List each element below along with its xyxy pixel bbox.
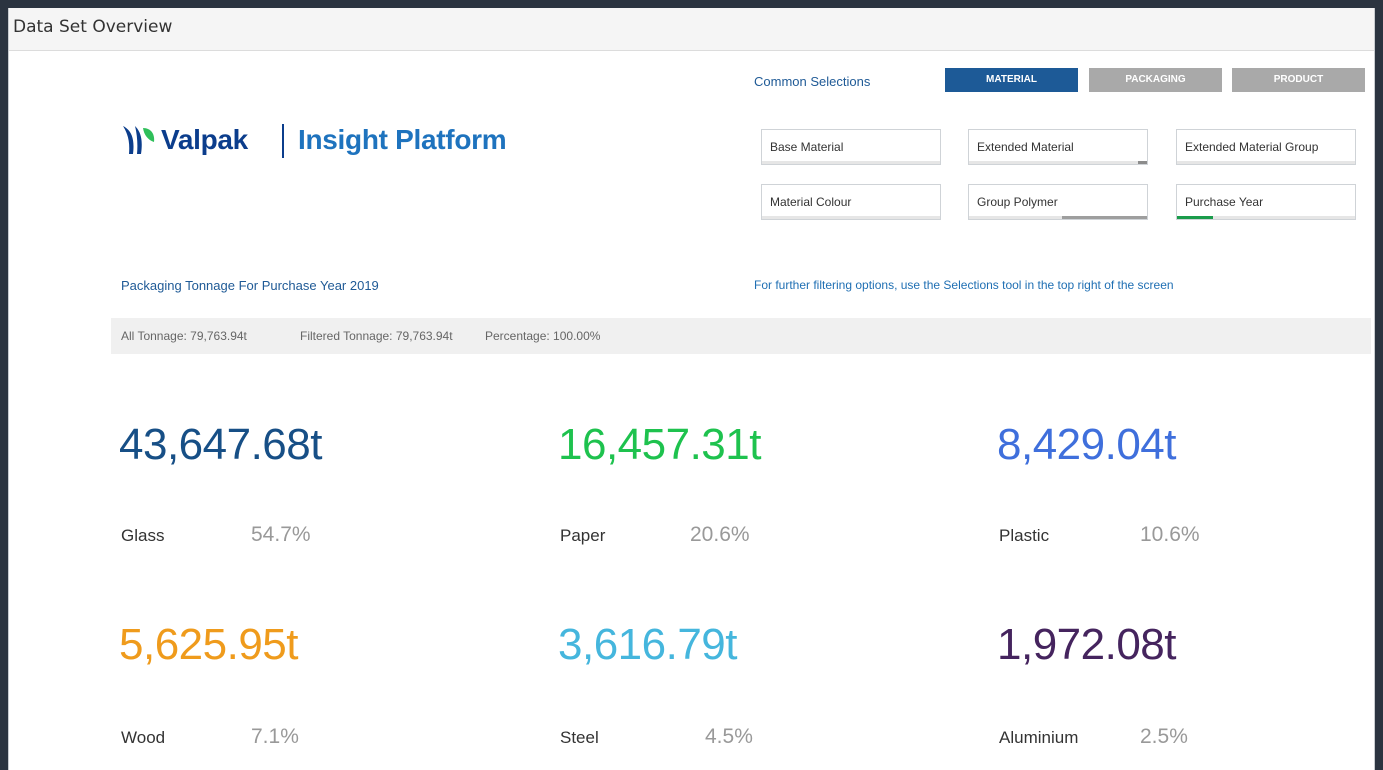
metric-name-aluminium: Aluminium (999, 728, 1079, 747)
filter-group-polymer[interactable]: Group Polymer (968, 184, 1148, 220)
all-tonnage: All Tonnage: 79,763.94t (121, 329, 247, 343)
filtered-tonnage: Filtered Tonnage: 79,763.94t (300, 329, 453, 343)
filter-purchase-year[interactable]: Purchase Year (1176, 184, 1356, 220)
report-headline: Packaging Tonnage For Purchase Year 2019 (121, 278, 379, 293)
tonnage-summary-bar: All Tonnage: 79,763.94t Filtered Tonnage… (111, 318, 1371, 354)
metric-value-paper: 16,457.31t (558, 420, 761, 469)
tab-material[interactable]: MATERIAL (945, 68, 1078, 92)
metric-value-glass: 43,647.68t (119, 420, 322, 469)
filter-extended-material-group[interactable]: Extended Material Group (1176, 129, 1356, 165)
logo-product-text: Insight Platform (298, 124, 507, 155)
metric-pct-wood: 7.1% (251, 725, 299, 748)
filter-label: Extended Material (977, 140, 1074, 154)
filter-selection-bar (1177, 216, 1355, 219)
metric-pct-steel: 4.5% (705, 725, 753, 748)
metric-value-plastic: 8,429.04t (997, 420, 1177, 469)
logo-separator (282, 124, 284, 158)
filter-material-colour[interactable]: Material Colour (761, 184, 941, 220)
overview-window: Data Set Overview Valpak Insight Platfor… (8, 8, 1375, 770)
filter-label: Base Material (770, 140, 844, 154)
tab-packaging[interactable]: PACKAGING (1089, 68, 1222, 92)
metric-name-wood: Wood (121, 728, 166, 747)
common-selections-label: Common Selections (754, 74, 871, 89)
filter-selection-bar (969, 216, 1147, 219)
metric-pct-paper: 20.6% (690, 523, 750, 546)
metric-pct-aluminium: 2.5% (1140, 725, 1188, 748)
metric-pct-glass: 54.7% (251, 523, 311, 546)
metric-value-steel: 3,616.79t (558, 620, 738, 669)
filter-label: Material Colour (770, 195, 852, 209)
valpak-logo: Valpak Insight Platform (121, 120, 551, 164)
logo-brand-text: Valpak (161, 124, 248, 155)
tab-product[interactable]: PRODUCT (1232, 68, 1365, 92)
filter-extended-material[interactable]: Extended Material (968, 129, 1148, 165)
window-title: Data Set Overview (13, 17, 173, 37)
metric-value-aluminium: 1,972.08t (997, 620, 1177, 669)
metric-pct-plastic: 10.6% (1140, 523, 1200, 546)
filter-label: Extended Material Group (1185, 140, 1319, 154)
filter-label: Purchase Year (1185, 195, 1264, 209)
filter-selection-bar (1177, 161, 1355, 164)
percentage: Percentage: 100.00% (485, 329, 601, 343)
filter-label: Group Polymer (977, 195, 1058, 209)
metric-name-plastic: Plastic (999, 526, 1050, 545)
metric-name-paper: Paper (560, 526, 606, 545)
filter-selection-bar (969, 161, 1147, 164)
valpak-leaf-icon (123, 126, 155, 154)
filter-base-material[interactable]: Base Material (761, 129, 941, 165)
metric-name-glass: Glass (121, 526, 165, 545)
filter-selection-bar (762, 161, 940, 164)
filter-selection-bar (762, 216, 940, 219)
filter-hint-text: For further filtering options, use the S… (754, 278, 1174, 292)
metric-value-wood: 5,625.95t (119, 620, 299, 669)
metric-name-steel: Steel (560, 728, 599, 747)
window-titlebar: Data Set Overview (9, 8, 1374, 51)
